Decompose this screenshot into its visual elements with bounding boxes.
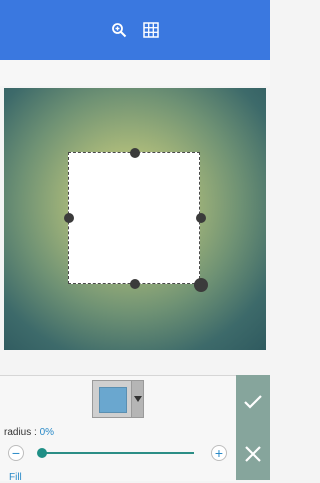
crop-area[interactable] <box>68 152 200 284</box>
action-panel <box>236 375 270 480</box>
radius-slider-thumb[interactable] <box>37 448 47 458</box>
fill-option[interactable]: Fill <box>9 472 22 483</box>
toolbar-spacer <box>0 60 270 86</box>
color-swatch <box>99 387 127 413</box>
top-toolbar <box>0 0 270 60</box>
radius-label: radius : 0% <box>4 427 54 438</box>
crop-resize-handle[interactable] <box>194 278 208 292</box>
radius-slider-track[interactable] <box>38 452 194 454</box>
crop-handle-left[interactable] <box>64 213 74 223</box>
minus-button[interactable]: − <box>8 445 24 461</box>
cancel-button[interactable] <box>236 429 270 479</box>
color-picker-button[interactable] <box>92 380 132 418</box>
plus-button[interactable]: + <box>211 445 227 461</box>
plus-icon: + <box>214 445 224 461</box>
crop-handle-right[interactable] <box>196 213 206 223</box>
confirm-button[interactable] <box>236 377 270 427</box>
grid-icon[interactable] <box>140 19 162 41</box>
color-dropdown-button[interactable] <box>132 380 144 418</box>
radius-value: 0% <box>39 427 55 438</box>
zoom-in-icon[interactable] <box>108 19 130 41</box>
crop-handle-top[interactable] <box>130 148 140 158</box>
radius-label-text: radius : <box>4 427 40 438</box>
crop-handle-bottom[interactable] <box>130 279 140 289</box>
chevron-down-icon <box>133 396 142 402</box>
close-icon <box>245 446 261 462</box>
check-icon <box>244 395 262 409</box>
minus-icon: − <box>11 445 21 461</box>
